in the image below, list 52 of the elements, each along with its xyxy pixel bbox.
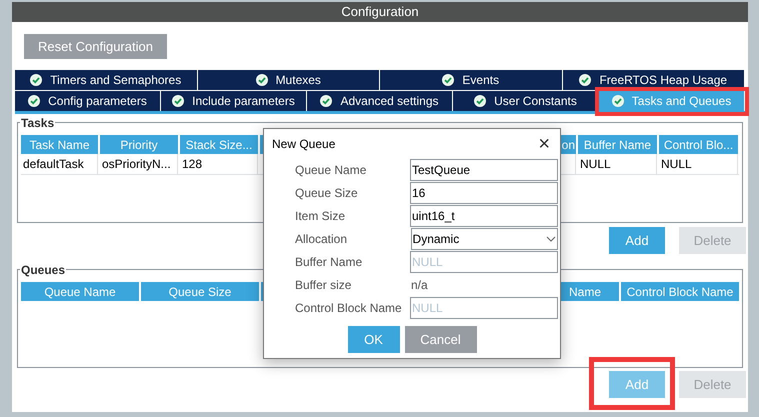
- check-circle-icon: [612, 95, 624, 107]
- table-cell: NULL: [659, 154, 738, 174]
- tab[interactable]: Events: [380, 70, 562, 90]
- check-circle-icon: [442, 74, 454, 86]
- ok-button[interactable]: OK: [348, 326, 400, 353]
- input-field[interactable]: NULL: [410, 250, 558, 272]
- field-label: Control Block Name: [295, 300, 403, 316]
- column-header[interactable]: Queue Size: [141, 282, 259, 301]
- column-header[interactable]: Priority: [100, 135, 178, 154]
- close-button[interactable]: ×: [536, 134, 552, 154]
- check-circle-icon: [172, 95, 184, 107]
- table-cell: 128: [180, 154, 258, 174]
- check-circle-icon: [28, 95, 40, 107]
- input-field[interactable]: NULL: [410, 296, 558, 318]
- field-label: Allocation: [295, 230, 348, 248]
- field-label: Queue Size: [295, 184, 359, 202]
- column-header[interactable]: Control Block Name: [621, 282, 739, 301]
- input-field[interactable]: 16: [410, 182, 558, 204]
- dropdown-field[interactable]: Dynamic: [410, 228, 558, 250]
- field-label: Item Size: [295, 208, 346, 224]
- field-label: Buffer size: [295, 276, 352, 294]
- check-circle-icon: [256, 74, 268, 86]
- tab[interactable]: Include parameters: [161, 91, 307, 111]
- column-header[interactable]: Stack Size...: [180, 135, 258, 154]
- check-circle-icon: [579, 74, 592, 86]
- tab[interactable]: Config parameters: [15, 91, 161, 111]
- chevron-down-icon: [546, 236, 556, 242]
- reset-configuration-button[interactable]: Reset Configuration: [24, 34, 167, 59]
- field-label: Queue Name: [295, 162, 368, 178]
- field-label: Buffer Name: [295, 254, 364, 270]
- tab[interactable]: Advanced settings: [307, 91, 453, 111]
- check-circle-icon: [30, 74, 42, 86]
- column-header[interactable]: Queue Name: [21, 282, 139, 301]
- input-field[interactable]: TestQueue: [410, 158, 558, 180]
- dialog-title: New Queue: [272, 136, 336, 153]
- check-circle-icon: [320, 95, 332, 107]
- table-cell: NULL: [578, 154, 657, 174]
- column-header[interactable]: Control Blo...: [659, 135, 738, 154]
- field-value: n/a: [411, 276, 428, 294]
- add-button[interactable]: Add: [609, 227, 665, 254]
- check-circle-icon: [474, 95, 486, 107]
- tab[interactable]: Mutexes: [198, 70, 380, 90]
- column-header[interactable]: Task Name: [21, 135, 98, 154]
- column-header[interactable]: Buffer Name: [578, 135, 657, 154]
- table-cell: osPriorityN...: [100, 154, 178, 174]
- window-title: Configuration: [12, 2, 748, 22]
- cancel-button[interactable]: Cancel: [404, 326, 476, 353]
- table-cell: defaultTask: [21, 154, 98, 174]
- tab[interactable]: Tasks and Queues: [599, 91, 745, 111]
- tab[interactable]: Timers and Semaphores: [15, 70, 198, 90]
- add-button[interactable]: Add: [609, 371, 665, 398]
- input-field[interactable]: uint16_t: [410, 204, 558, 226]
